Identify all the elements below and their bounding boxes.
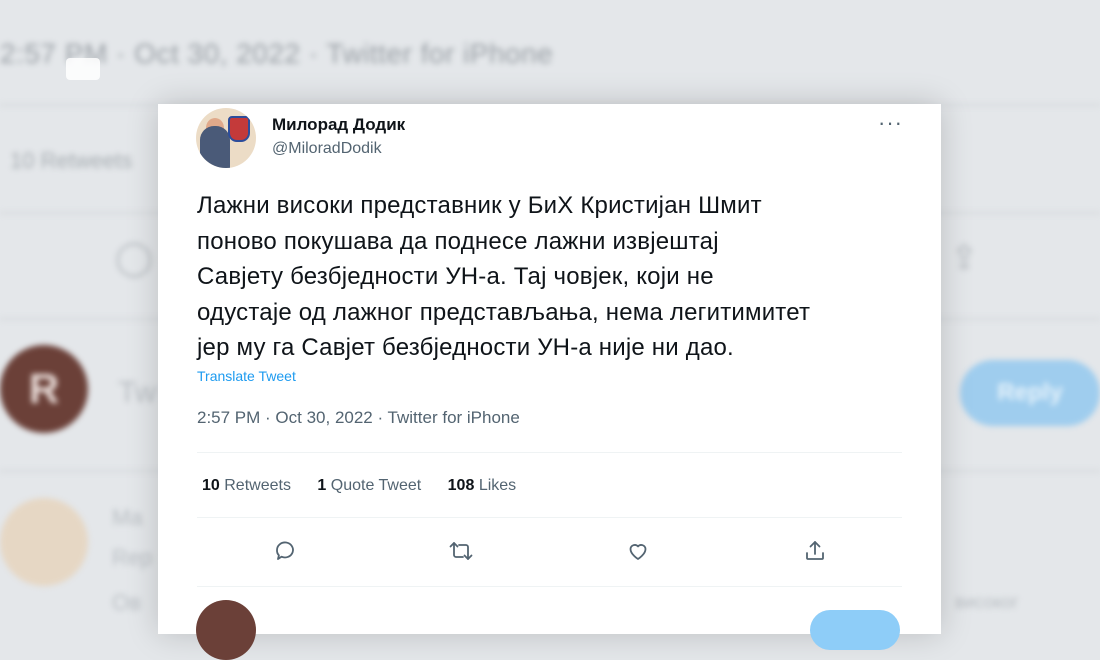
likes-stat[interactable]: 108 Likes (448, 477, 517, 494)
background-name: Ma (112, 505, 143, 530)
tweet-card: Милорад Додик @MiloradDodik ··· Лажни ви… (158, 104, 941, 660)
background-reply-avatar: R (0, 345, 88, 433)
reply-avatar (196, 600, 256, 660)
divider (197, 517, 902, 518)
tweet-stats: 10 Retweets 1 Quote Tweet 108 Likes (202, 477, 538, 495)
divider (197, 586, 902, 587)
tweet-text-line: поново покушава да поднесе лажни извјешт… (197, 227, 719, 255)
translate-tweet-link[interactable]: Translate Tweet (197, 368, 296, 384)
retweets-label: Retweets (224, 477, 291, 494)
tweet-text-line: Савјету безбједности УН-а. Тај човјек, к… (197, 263, 714, 290)
reply-submit-button[interactable] (810, 610, 900, 650)
background-avatar (0, 498, 88, 586)
like-button[interactable] (621, 534, 655, 568)
avatar-body (200, 126, 230, 168)
reply-button[interactable] (268, 534, 302, 568)
tweet-text-line: Лажни високи представник у БиХ Кристијан… (197, 192, 762, 219)
quotes-stat[interactable]: 1 Quote Tweet (317, 477, 421, 494)
divider (197, 452, 902, 453)
likes-label: Likes (478, 477, 517, 494)
retweet-icon (449, 542, 473, 560)
author-handle[interactable]: @MiloradDodik (272, 140, 382, 158)
retweet-button[interactable] (444, 534, 478, 568)
retweets-stat[interactable]: 10 Retweets (202, 477, 291, 494)
quotes-count: 1 (317, 477, 327, 494)
retweets-count: 10 (202, 477, 220, 494)
background-text-right: високог (955, 592, 1019, 612)
background-retweets: 10 Retweets (10, 148, 133, 173)
tweet-text-line: одустаје од лажног представљања, нема ле… (197, 298, 811, 326)
tweet-text: Лажни високи представник у БиХ Кристијан… (197, 188, 932, 366)
background-reply-label: Rep (112, 545, 153, 570)
share-button[interactable] (798, 534, 832, 568)
more-horizontal-icon[interactable]: ··· (878, 110, 903, 136)
background-text: Ов (112, 590, 141, 615)
background-reply-icon: ◯ (115, 239, 154, 277)
share-icon (806, 541, 824, 560)
broadcaster-logo (66, 58, 100, 80)
tweet-timestamp[interactable]: 2:57 PM · Oct 30, 2022 · Twitter for iPh… (197, 408, 520, 428)
avatar[interactable] (196, 108, 256, 168)
background-reply-input: Tw (118, 376, 157, 409)
author-name[interactable]: Милорад Додик (272, 115, 405, 135)
quotes-label: Quote Tweet (330, 477, 422, 494)
background-reply-button: Reply (960, 360, 1100, 426)
coat-of-arms-icon (228, 116, 250, 142)
reply-icon (276, 541, 294, 560)
likes-count: 108 (447, 477, 475, 494)
background-share-icon: ⇪ (950, 239, 979, 277)
tweet-text-line: јер му га Савјет безбједности УН-а није … (197, 334, 734, 361)
heart-icon (629, 544, 647, 560)
